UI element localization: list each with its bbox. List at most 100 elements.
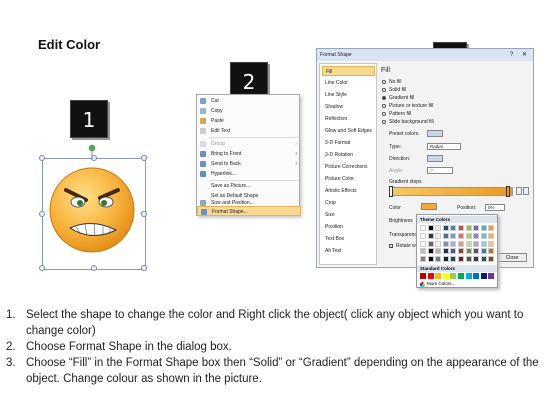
color-swatch[interactable] (473, 273, 480, 279)
sidebar-item-3d-rotation[interactable]: 3-D Rotation (322, 150, 375, 160)
color-swatch[interactable] (420, 240, 426, 247)
color-swatch[interactable] (450, 248, 457, 255)
color-swatch[interactable] (435, 273, 442, 279)
sidebar-item-position[interactable]: Position (322, 222, 375, 232)
color-swatch[interactable] (473, 225, 480, 231)
color-swatch[interactable] (450, 225, 457, 231)
sidebar-item-crop[interactable]: Crop (322, 198, 375, 208)
menu-item-edit-text[interactable]: Edit Text (197, 126, 301, 136)
color-swatch[interactable] (442, 273, 449, 279)
gradient-stop-handle[interactable] (389, 186, 393, 197)
color-swatch[interactable] (427, 233, 434, 240)
gradient-stop-handle[interactable] (506, 186, 510, 197)
color-swatch[interactable] (442, 225, 449, 231)
rotate-with-shape-checkbox[interactable]: ✓ (389, 244, 393, 249)
color-swatch[interactable] (450, 273, 457, 279)
color-swatch[interactable] (465, 233, 472, 240)
menu-item-save-as-picture[interactable]: Save as Picture... (197, 181, 301, 191)
color-swatch[interactable] (427, 248, 434, 255)
color-swatch[interactable] (442, 233, 449, 240)
color-swatch[interactable] (458, 233, 464, 240)
color-swatch[interactable] (473, 248, 480, 255)
close-button[interactable]: Close (497, 253, 527, 262)
sidebar-item-picture-color[interactable]: Picture Color (322, 174, 375, 184)
menu-item-copy[interactable]: Copy (197, 106, 301, 116)
remove-stop-button[interactable] (523, 187, 529, 195)
menu-item-paste[interactable]: Paste (197, 116, 301, 126)
sidebar-item-3d-format[interactable]: 3-D Format (322, 138, 375, 148)
sidebar-item-glow[interactable]: Glow and Soft Edges (322, 126, 375, 136)
type-dropdown[interactable]: Radial (427, 143, 461, 150)
color-swatch[interactable] (458, 248, 464, 255)
sidebar-item-picture-corrections[interactable]: Picture Corrections (322, 162, 375, 172)
color-swatch[interactable] (488, 273, 495, 279)
sidebar-item-line-color[interactable]: Line Color (322, 78, 375, 88)
color-swatch[interactable] (488, 255, 495, 262)
direction-dropdown[interactable] (427, 155, 443, 162)
color-swatch[interactable] (480, 255, 487, 262)
color-swatch[interactable] (473, 255, 480, 262)
radio-gradient-fill[interactable] (382, 96, 386, 100)
color-swatch[interactable] (427, 273, 434, 279)
radio-picture-fill[interactable] (382, 104, 386, 108)
color-swatch[interactable] (488, 248, 495, 255)
menu-item-format-shape[interactable]: Format Shape... (197, 206, 301, 216)
sidebar-item-line-style[interactable]: Line Style (322, 90, 375, 100)
color-swatch[interactable] (442, 240, 449, 247)
sidebar-item-size[interactable]: Size (322, 210, 375, 220)
color-swatch[interactable] (488, 233, 495, 240)
color-swatch[interactable] (427, 240, 434, 247)
angry-smiley-icon[interactable] (40, 138, 150, 273)
color-swatch[interactable] (427, 225, 434, 231)
color-swatch[interactable] (465, 248, 472, 255)
color-swatch[interactable] (480, 240, 487, 247)
color-swatch[interactable] (458, 240, 464, 247)
sidebar-item-fill[interactable]: Fill (322, 66, 375, 76)
more-colors-link[interactable]: More Colors... (427, 281, 455, 286)
color-swatch[interactable] (420, 233, 426, 240)
color-swatch[interactable] (488, 225, 495, 231)
radio-pattern-fill[interactable] (382, 112, 386, 116)
color-swatch[interactable] (480, 273, 487, 279)
menu-item-send-to-back[interactable]: Send to Back › (197, 159, 301, 169)
color-swatch[interactable] (435, 255, 442, 262)
menu-item-hyperlink[interactable]: Hyperlink... (197, 169, 301, 179)
gradient-stops-bar[interactable] (389, 187, 513, 196)
sidebar-item-shadow[interactable]: Shadow (322, 102, 375, 112)
color-swatch[interactable] (473, 240, 480, 247)
color-swatch[interactable] (435, 240, 442, 247)
add-stop-button[interactable] (516, 187, 522, 195)
color-swatch[interactable] (442, 255, 449, 262)
color-swatch[interactable] (450, 233, 457, 240)
color-swatch[interactable] (465, 225, 472, 231)
color-swatch[interactable] (435, 233, 442, 240)
color-swatch[interactable] (458, 255, 464, 262)
sidebar-item-alt-text[interactable]: Alt Text (322, 246, 375, 256)
color-swatch[interactable] (480, 225, 487, 231)
radio-no-fill[interactable] (382, 80, 386, 84)
color-swatch[interactable] (420, 255, 426, 262)
color-swatch[interactable] (480, 248, 487, 255)
color-swatch[interactable] (458, 273, 464, 279)
color-swatch[interactable] (450, 255, 457, 262)
color-swatch[interactable] (427, 255, 434, 262)
color-swatch[interactable] (480, 233, 487, 240)
position-field[interactable]: 0% (485, 204, 505, 211)
color-swatch[interactable] (488, 240, 495, 247)
sidebar-item-text-box[interactable]: Text Box (322, 234, 375, 244)
color-swatch[interactable] (458, 225, 464, 231)
sidebar-item-artistic-effects[interactable]: Artistic Effects (322, 186, 375, 196)
color-swatch[interactable] (435, 248, 442, 255)
color-swatch[interactable] (420, 225, 426, 231)
color-swatch[interactable] (465, 255, 472, 262)
menu-item-bring-to-front[interactable]: Bring to Front › (197, 149, 301, 159)
color-picker-button[interactable] (421, 203, 437, 210)
color-swatch[interactable] (420, 273, 426, 279)
close-icon[interactable]: ✕ (522, 52, 527, 58)
color-swatch[interactable] (473, 233, 480, 240)
help-icon[interactable]: ? (510, 52, 513, 58)
color-swatch[interactable] (442, 248, 449, 255)
radio-solid-fill[interactable] (382, 88, 386, 92)
preset-colors-dropdown[interactable] (427, 130, 443, 137)
menu-item-group[interactable]: Group › (197, 139, 301, 149)
